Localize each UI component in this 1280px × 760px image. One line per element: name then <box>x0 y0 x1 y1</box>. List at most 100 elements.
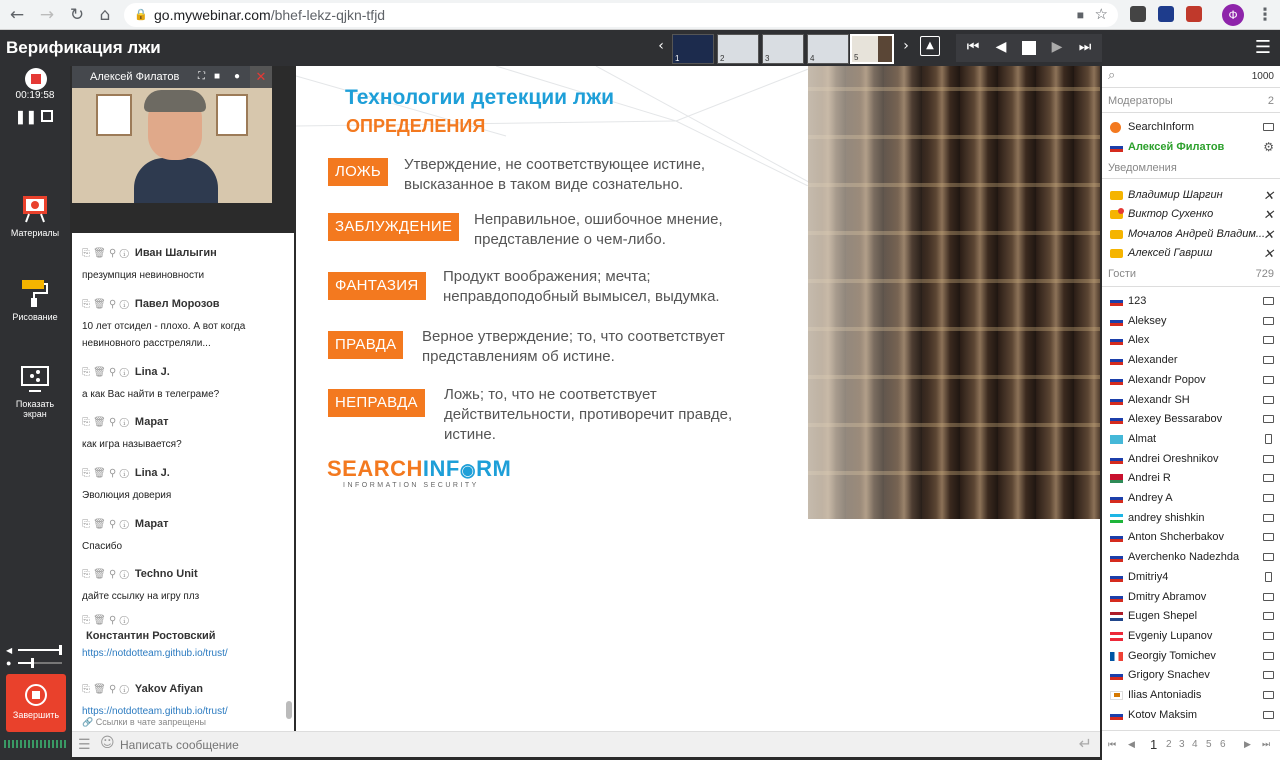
notification-row[interactable]: Владимир Шаргин ✕ <box>1108 186 1274 205</box>
moderator-row[interactable]: Алексей Филатов ⚙ <box>1108 138 1274 157</box>
guest-row[interactable]: andrey shishkin <box>1108 509 1274 528</box>
page-number[interactable]: 2 <box>1166 739 1172 750</box>
extension-icon[interactable] <box>1158 6 1174 22</box>
chat-menu-icon[interactable]: ☰ <box>78 736 91 753</box>
prev-page-icon[interactable]: ◀ <box>1128 739 1135 750</box>
record-button[interactable] <box>25 68 47 90</box>
page-number-current[interactable]: 1 <box>1150 737 1157 752</box>
dismiss-icon[interactable]: ✕ <box>1263 244 1274 263</box>
guest-row[interactable]: Anton Shcherbakov <box>1108 528 1274 547</box>
message-actions-icons[interactable]: ⎘ 🗑 ⚲ ⓘ <box>82 248 129 259</box>
back-icon[interactable]: ← <box>6 4 28 26</box>
extension-icon[interactable] <box>1186 6 1202 22</box>
address-bar[interactable]: 🔒 go.mywebinar.com/bhef-lekz-qjkn-tfjd ■… <box>124 3 1118 27</box>
image-icon[interactable]: ▲ <box>920 36 940 56</box>
guest-row[interactable]: Alexey Bessarabov <box>1108 410 1274 429</box>
drawing-tool[interactable]: Рисование <box>0 276 70 322</box>
guest-row[interactable]: 123 <box>1108 292 1274 311</box>
camera-indicator-icon[interactable]: ■ <box>1077 3 1084 27</box>
last-slide-icon[interactable]: ⏭ <box>1076 39 1094 55</box>
message-actions-icons[interactable]: ⎘ 🗑 ⚲ ⓘ <box>82 615 282 626</box>
camera-icon[interactable]: ■ <box>214 66 220 88</box>
close-video-icon[interactable]: ✕ <box>250 66 272 88</box>
volume-slider[interactable]: ◀ <box>6 644 64 656</box>
last-page-icon[interactable]: ⏭ <box>1262 739 1270 750</box>
dismiss-icon[interactable]: ✕ <box>1263 225 1274 244</box>
send-icon[interactable]: ↵ <box>1079 734 1092 753</box>
microphone-icon[interactable]: ● <box>234 66 240 88</box>
pause-icon[interactable]: ❚❚ <box>15 109 37 125</box>
page-number[interactable]: 5 <box>1206 739 1212 750</box>
slide-thumb[interactable]: 1 <box>672 34 714 64</box>
page-number[interactable]: 3 <box>1179 739 1185 750</box>
dismiss-icon[interactable]: ✕ <box>1263 186 1274 205</box>
share-screen-tool[interactable]: Показать экран <box>0 363 70 419</box>
message-actions-icons[interactable]: ⎘ 🗑 ⚲ ⓘ <box>82 367 129 378</box>
browser-menu-icon[interactable]: ⋮ <box>1254 4 1276 26</box>
slide-thumb[interactable]: 2 <box>717 34 759 64</box>
menu-icon[interactable]: ☰ <box>1254 37 1272 58</box>
guest-row[interactable]: Georgiy Tomichev <box>1108 647 1274 666</box>
guest-row[interactable]: Andrei R <box>1108 469 1274 488</box>
notification-row[interactable]: Алексей Гавриш ✕ <box>1108 244 1274 263</box>
gear-icon[interactable]: ⚙ <box>1263 138 1274 157</box>
page-number[interactable]: 6 <box>1220 739 1226 750</box>
participants-search[interactable]: ⌕ 1000 <box>1102 66 1280 88</box>
first-slide-icon[interactable]: ⏮ <box>964 39 982 55</box>
slide-thumb[interactable]: 3 <box>762 34 804 64</box>
chat-message-input[interactable] <box>120 735 1040 755</box>
message-actions-icons[interactable]: ⎘ 🗑 ⚲ ⓘ <box>82 417 129 428</box>
dismiss-icon[interactable]: ✕ <box>1263 205 1274 224</box>
notification-row[interactable]: Виктор Сухенко ✕ <box>1108 205 1274 224</box>
prev-slide-icon[interactable]: ◀ <box>992 39 1010 55</box>
guest-row[interactable]: Almat <box>1108 430 1274 449</box>
guest-row[interactable]: Andrei Oreshnikov <box>1108 450 1274 469</box>
page-number[interactable]: 4 <box>1192 739 1198 750</box>
guest-row[interactable]: Averchenko Nadezhda <box>1108 548 1274 567</box>
guest-row[interactable]: Grigory Snachev <box>1108 666 1274 685</box>
expand-icon[interactable]: ⛶ <box>198 66 205 88</box>
next-slide-icon[interactable]: ▶ <box>1048 39 1066 55</box>
guest-row[interactable]: Alexander <box>1108 351 1274 370</box>
message-actions-icons[interactable]: ⎘ 🗑 ⚲ ⓘ <box>82 684 129 695</box>
stop-icon[interactable] <box>1022 41 1036 55</box>
guest-row[interactable]: Kotov Maksim <box>1108 706 1274 725</box>
next-slides-icon[interactable]: › <box>900 38 912 54</box>
materials-tool[interactable]: Материалы <box>0 192 70 238</box>
fullscreen-icon[interactable] <box>41 110 53 122</box>
guest-row[interactable]: Andrey A <box>1108 489 1274 508</box>
bookmark-star-icon[interactable]: ☆ <box>1095 2 1108 26</box>
mic-slider[interactable]: ● <box>6 657 64 669</box>
first-page-icon[interactable]: ⏮ <box>1108 739 1116 750</box>
moderator-row[interactable]: SearchInform <box>1108 118 1274 137</box>
desktop-icon <box>1263 474 1274 483</box>
home-icon[interactable]: ⌂ <box>94 4 116 26</box>
emoji-icon[interactable]: ☺ <box>100 735 115 751</box>
profile-avatar[interactable]: Ф <box>1222 4 1244 26</box>
chat-message: ⎘ 🗑 ⚲ ⓘ Иван Шалыгин презумпция невиновно… <box>82 243 282 284</box>
notification-row[interactable]: Мочалов Андрей Владим... ✕ <box>1108 225 1274 244</box>
extension-icon[interactable] <box>1130 6 1146 22</box>
forward-icon[interactable]: → <box>36 4 58 26</box>
slide-thumb[interactable]: 4 <box>807 34 849 64</box>
message-actions-icons[interactable]: ⎘ 🗑 ⚲ ⓘ <box>82 519 129 530</box>
guest-row[interactable]: Dmitriy4 <box>1108 568 1274 587</box>
guest-row[interactable]: Ilias Antoniadis <box>1108 686 1274 705</box>
flag-ru-icon <box>1110 375 1123 385</box>
message-actions-icons[interactable]: ⎘ 🗑 ⚲ ⓘ <box>82 299 129 310</box>
message-link[interactable]: https://notdotteam.github.io/trust/ <box>82 645 282 662</box>
guest-row[interactable]: Alexandr Popov <box>1108 371 1274 390</box>
message-actions-icons[interactable]: ⎘ 🗑 ⚲ ⓘ <box>82 569 129 580</box>
chat-scrollbar[interactable] <box>286 701 292 719</box>
end-webinar-button[interactable]: Завершить <box>6 674 66 732</box>
guest-row[interactable]: Alex <box>1108 331 1274 350</box>
guest-row[interactable]: Dmitry Abramov <box>1108 588 1274 607</box>
slide-thumb-active[interactable]: 5 <box>850 34 894 64</box>
next-page-icon[interactable]: ▶ <box>1244 739 1251 750</box>
guest-row[interactable]: Eugen Shepel <box>1108 607 1274 626</box>
guest-row[interactable]: Alexandr SH <box>1108 391 1274 410</box>
guest-row[interactable]: Aleksey <box>1108 312 1274 331</box>
reload-icon[interactable]: ↻ <box>66 4 88 26</box>
message-actions-icons[interactable]: ⎘ 🗑 ⚲ ⓘ <box>82 468 129 479</box>
guest-row[interactable]: Evgeniy Lupanov <box>1108 627 1274 646</box>
